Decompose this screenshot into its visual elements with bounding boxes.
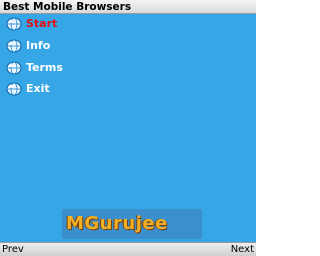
main-content: Start Info Terms Exit MGurujee [0, 14, 256, 242]
menu-item-terms[interactable]: Terms [6, 59, 146, 77]
app-title: Best Mobile Browsers [3, 1, 132, 13]
menu-label-exit: Exit [26, 82, 50, 95]
globe-icon [6, 82, 22, 96]
globe-icon [6, 39, 22, 53]
menu-item-info[interactable]: Info [6, 37, 146, 55]
mgurujee-logo: MGurujee [62, 209, 202, 239]
title-bar: Best Mobile Browsers [0, 0, 256, 14]
menu-label-terms: Terms [26, 61, 63, 74]
prev-softkey[interactable]: Prev [2, 243, 24, 256]
next-softkey[interactable]: Next [231, 243, 254, 256]
menu-label-start: Start [26, 17, 58, 30]
menu-label-info: Info [26, 39, 51, 52]
globe-icon [6, 17, 22, 31]
app-screen: Best Mobile Browsers Start Info Terms Ex… [0, 0, 256, 256]
softkey-bar: Prev Next [0, 242, 256, 256]
logo-text: MGurujee [66, 213, 168, 234]
menu-item-start[interactable]: Start [6, 15, 146, 33]
globe-icon [6, 61, 22, 75]
menu-item-exit[interactable]: Exit [6, 80, 146, 98]
